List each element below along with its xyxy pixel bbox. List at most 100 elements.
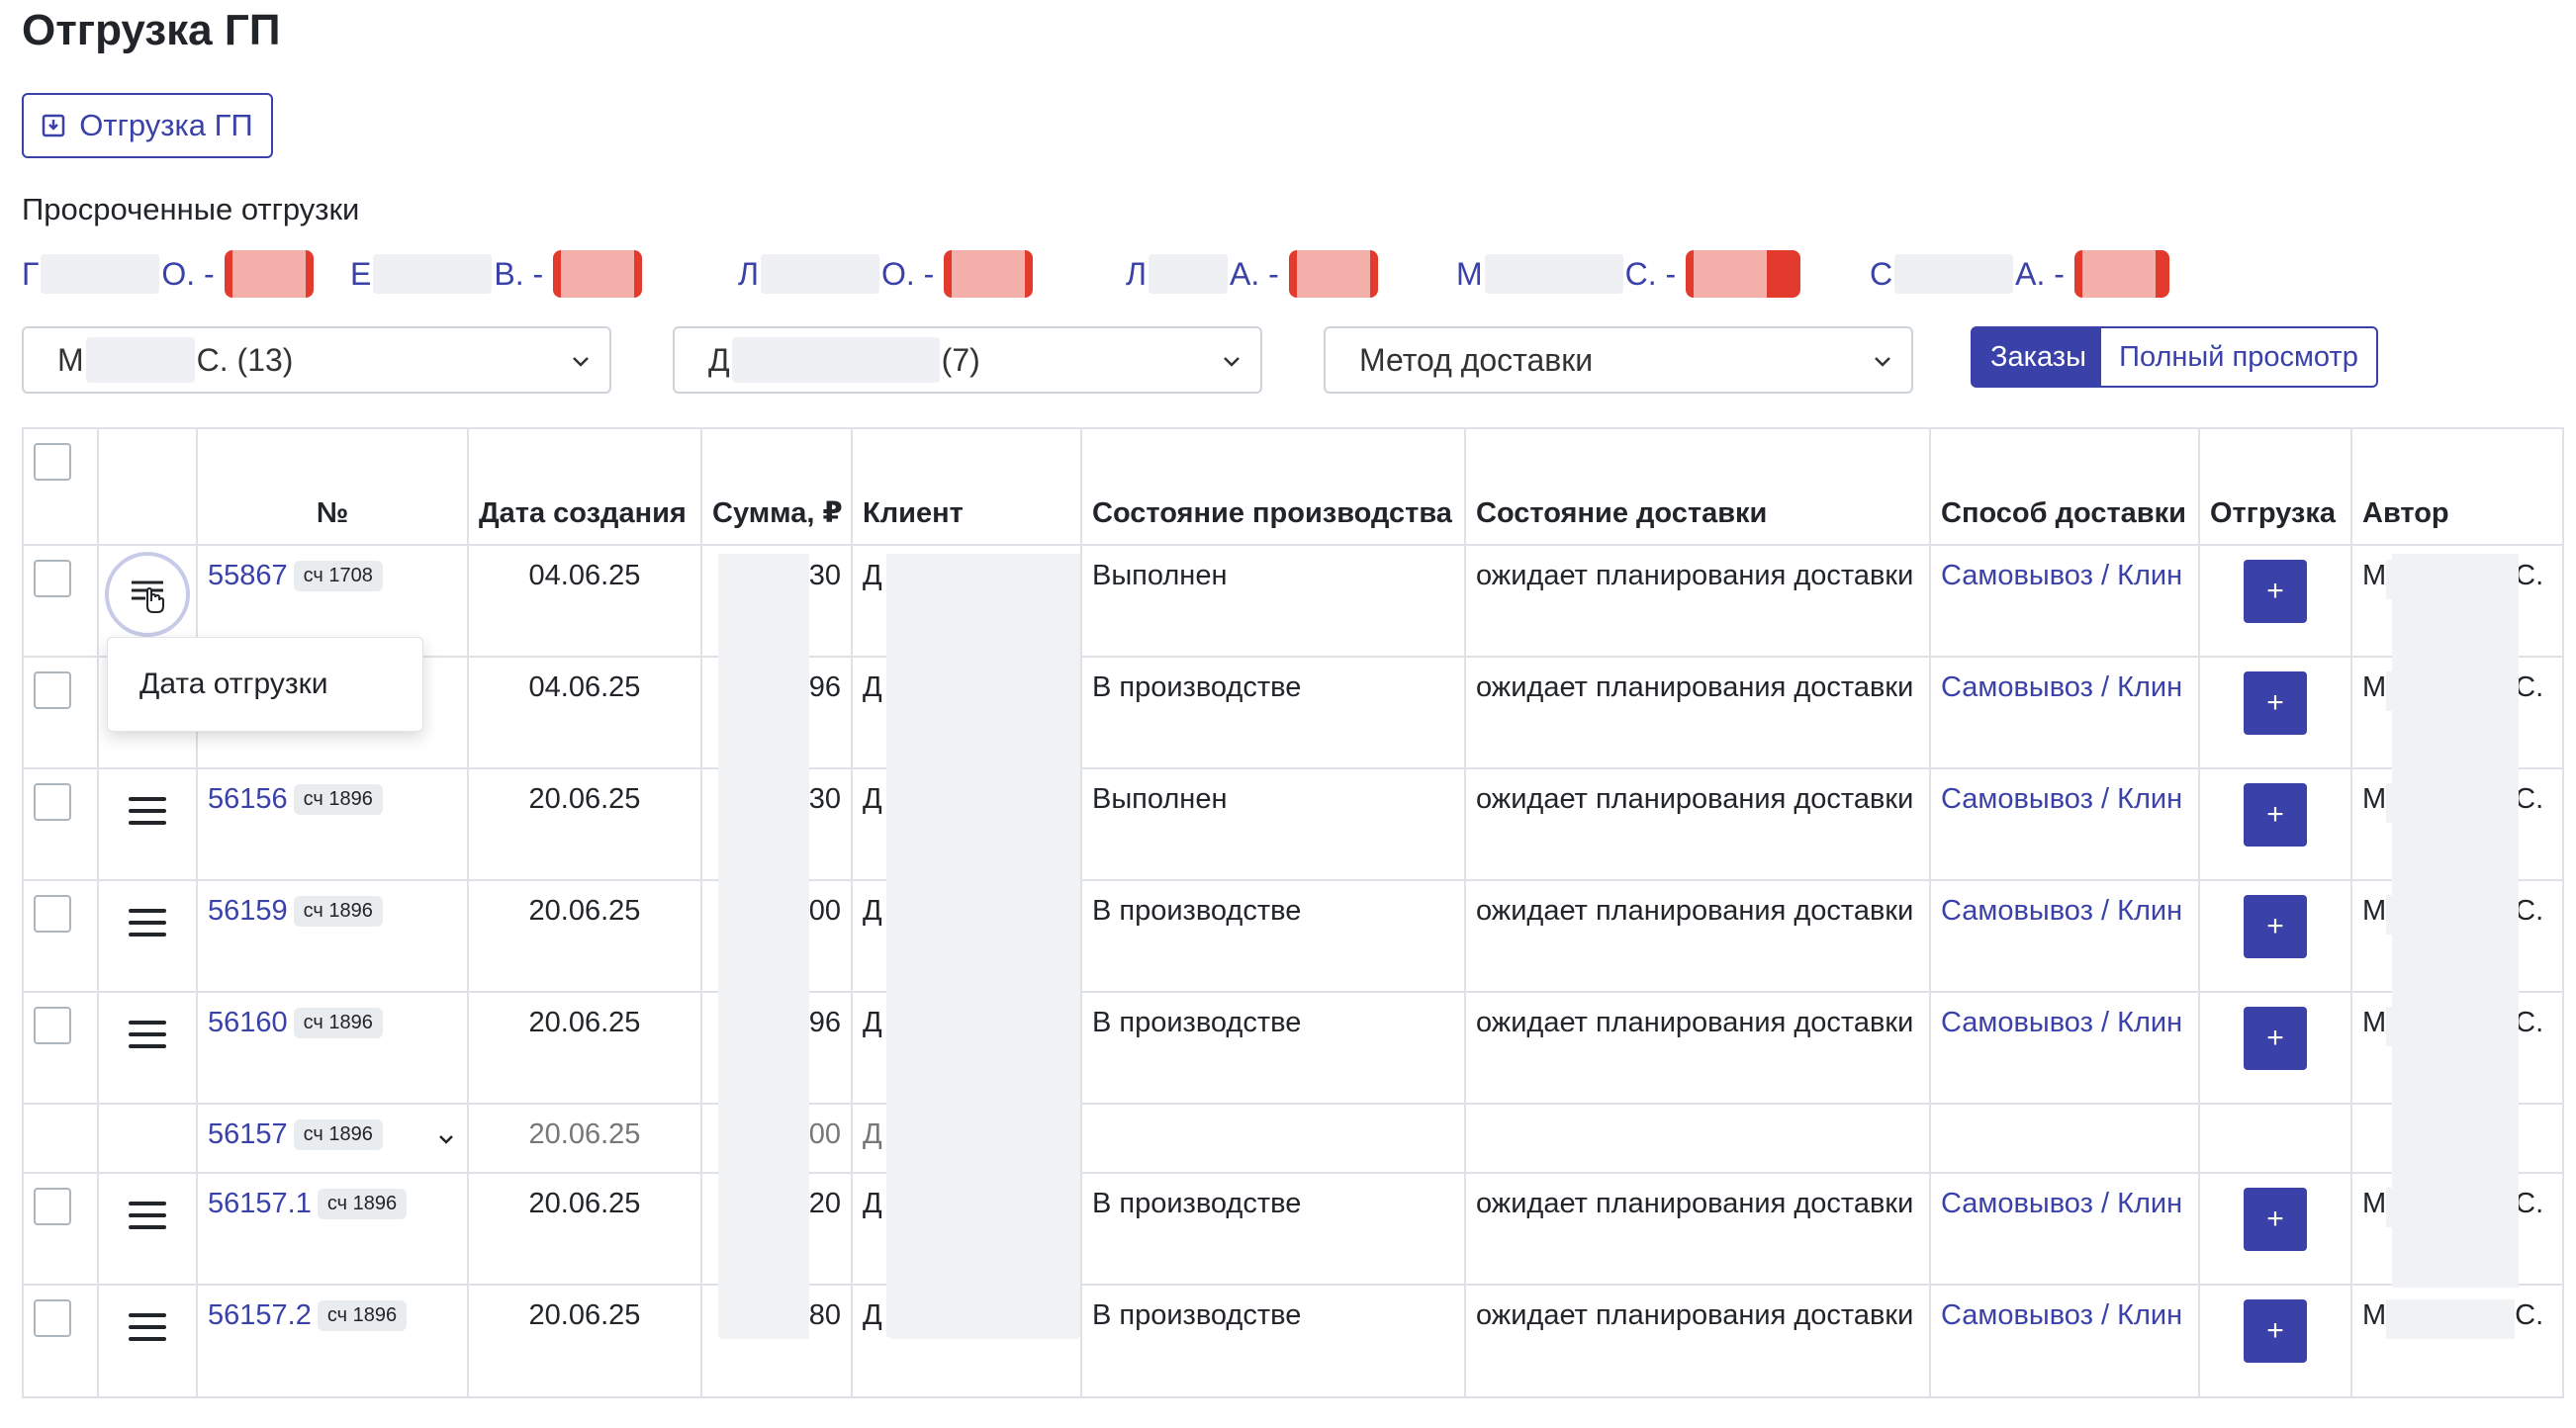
redacted-name [731,337,940,383]
row-checkbox[interactable] [34,560,71,597]
redacted-name [41,254,160,294]
overdue-name-suffix: А. - [1230,255,1279,292]
row-checkbox[interactable] [34,783,71,821]
full-view-button[interactable]: Полный просмотр [2101,326,2378,388]
column-header-amount[interactable]: Сумма, ₽ [700,427,853,546]
menu-icon[interactable] [129,909,166,944]
overdue-count-badge [1686,250,1801,298]
created-date: 04.06.25 [467,544,702,658]
add-shipment-button[interactable]: + [2244,1188,2307,1251]
row-checkbox[interactable] [34,671,71,709]
table-row: 56160 сч 1896 20.06.25 96 Д В производств… [22,991,2564,1105]
author-prefix: М [2362,1007,2387,1038]
author-prefix: М [2362,560,2387,591]
overdue-count-badge [2073,250,2169,298]
add-shipment-button[interactable]: + [2244,783,2307,847]
amount-tail: 20 [808,1188,841,1219]
overdue-name-suffix: В. - [494,255,544,292]
order-number-link[interactable]: 55867 [208,560,288,591]
column-header-shipment[interactable]: Отгрузка [2198,427,2352,546]
menu-icon[interactable] [129,1202,166,1237]
column-header-client[interactable]: Клиент [851,427,1082,546]
row-checkbox[interactable] [34,1299,71,1337]
menu-icon[interactable] [129,1313,166,1349]
column-header-delivery-state[interactable]: Состояние доставки [1464,427,1931,546]
row-context-menu: Дата отгрузки [107,637,423,732]
delivery-method-link[interactable]: Самовывоз / Клин [1941,1299,2182,1331]
redacted-name [1894,254,2014,294]
menu-icon[interactable] [129,1021,166,1056]
table-row: 56156 сч 1896 20.06.25 30 Д Выполнен ожид… [22,767,2564,881]
add-shipment-button[interactable]: + [2244,671,2307,735]
menu-item-shipment-date[interactable]: Дата отгрузки [139,668,327,701]
column-header-production[interactable]: Состояние производства [1080,427,1466,546]
menu-icon[interactable] [129,797,166,833]
row-checkbox[interactable] [34,895,71,933]
amount-tail: 80 [808,1299,841,1331]
invoice-badge: сч 1896 [293,1008,383,1038]
row-checkbox[interactable] [34,1188,71,1225]
add-shipment-button[interactable]: + [2244,1299,2307,1363]
chevron-down-icon [573,357,589,367]
author-prefix: М [2362,1299,2387,1331]
order-number-link[interactable]: 56159 [208,895,288,927]
redacted-author-column [2392,554,2519,1288]
delivery-method-link[interactable]: Самовывоз / Клин [1941,783,2182,815]
overdue-name-suffix: А. - [2015,255,2065,292]
row-menu-button[interactable] [105,552,190,637]
add-shipment-button[interactable]: + [2244,895,2307,958]
export-button[interactable]: Отгрузка ГП [22,93,273,158]
redacted-name [85,337,195,383]
add-shipment-button[interactable]: + [2244,1007,2307,1070]
manager-select[interactable]: М С. (13) [22,326,611,394]
column-header-delivery-method[interactable]: Способ доставки [1929,427,2200,546]
delivery-method-link[interactable]: Самовывоз / Клин [1941,1188,2182,1219]
export-button-label: Отгрузка ГП [79,108,253,142]
overdue-name-suffix: С. - [1624,255,1677,292]
overdue-link[interactable]: М С. - [1456,249,1801,299]
column-header-number[interactable]: № [196,427,469,546]
client-select[interactable]: Д (7) [673,326,1262,394]
delivery-method-placeholder: Метод доставки [1359,341,1594,378]
delivery-state: ожидает планирования доставки [1464,767,1931,881]
delivery-method-link[interactable]: Самовывоз / Клин [1941,1007,2182,1038]
client-prefix: Д [863,895,882,927]
row-menu-cell [97,1172,198,1286]
delivery-method-link[interactable]: Самовывоз / Клин [1941,895,2182,927]
overdue-name-suffix: О. - [161,255,215,292]
order-number-link[interactable]: 56157.1 [208,1188,312,1219]
order-number-link[interactable]: 56157.2 [208,1299,312,1331]
client-prefix: Д [863,560,882,591]
row-menu-cell [97,767,198,881]
redacted-name [1149,254,1228,294]
order-number-link[interactable]: 56156 [208,783,288,815]
overdue-link[interactable]: Г О. - [22,249,314,299]
overdue-link[interactable]: С А. - [1870,249,2169,299]
author-suffix: С. [2515,1188,2544,1219]
chevron-down-icon[interactable] [435,1128,457,1150]
overdue-name-prefix: Л [1126,255,1147,292]
orders-view-button[interactable]: Заказы [1971,326,2101,388]
delivery-method-link[interactable]: Самовывоз / Клин [1941,671,2182,703]
manager-suffix: С. (13) [196,341,294,378]
overdue-link[interactable]: Л О. - [738,249,1034,299]
created-date: 20.06.25 [467,767,702,881]
column-header-created[interactable]: Дата создания [467,427,702,546]
redacted-amount-column [718,554,809,1337]
group-order-link[interactable]: 56157 [208,1118,288,1150]
menu-header [97,427,198,546]
delivery-method-select[interactable]: Метод доставки [1324,326,1913,394]
overdue-link[interactable]: Л А. - [1126,249,1378,299]
overdue-link[interactable]: Е В. - [350,249,643,299]
production-state: В производстве [1080,1284,1466,1398]
overdue-count-badge [224,250,314,298]
redacted-author [2386,1299,2516,1339]
order-number-link[interactable]: 56160 [208,1007,288,1038]
delivery-method-link[interactable]: Самовывоз / Клин [1941,560,2182,591]
select-all-checkbox[interactable] [34,443,71,481]
chevron-down-icon [1224,357,1240,367]
row-checkbox[interactable] [34,1007,71,1044]
orders-table: № Дата создания Сумма, ₽ Клиент Состояни… [22,427,2564,1398]
column-header-author[interactable]: Автор [2350,427,2564,546]
add-shipment-button[interactable]: + [2244,560,2307,623]
